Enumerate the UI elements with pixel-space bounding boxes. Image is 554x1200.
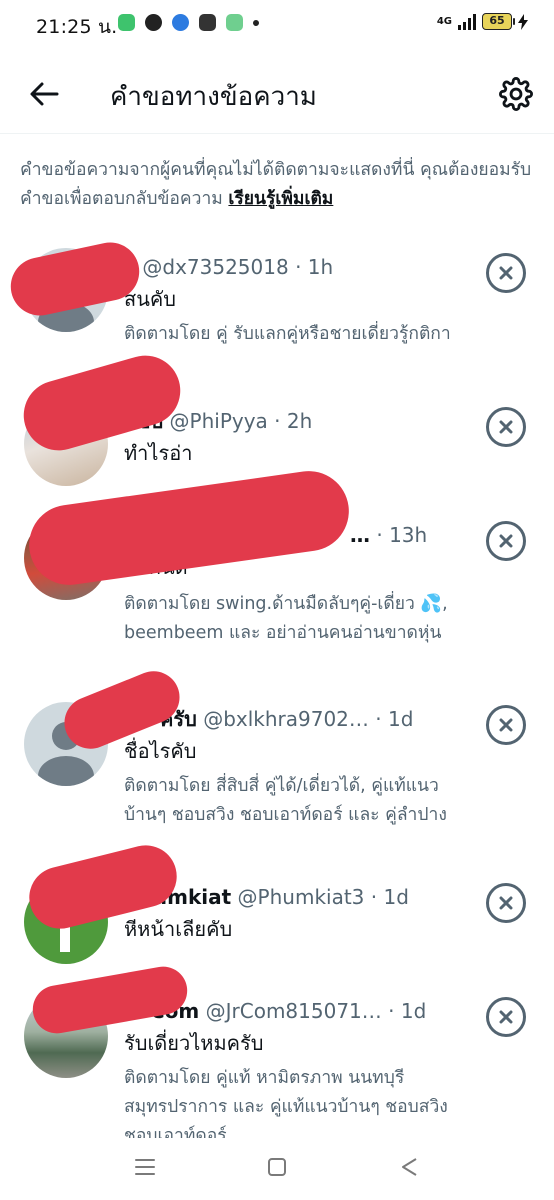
timestamp: · 2h bbox=[274, 409, 313, 433]
message-preview: หีหน้าเลียคับ bbox=[124, 917, 233, 941]
line-app-icon bbox=[118, 14, 135, 31]
message-preview: ทำไรอ่า bbox=[124, 441, 193, 465]
messenger-icon bbox=[145, 14, 162, 31]
status-app-icons bbox=[118, 14, 259, 31]
dismiss-button[interactable] bbox=[486, 883, 526, 923]
handle: @bxlkhra9702… bbox=[203, 707, 369, 731]
signal-icon bbox=[458, 13, 476, 30]
dismiss-button[interactable] bbox=[486, 997, 526, 1037]
menu-lines-icon bbox=[135, 1159, 155, 1175]
intro-text: คำขอข้อความจากผู้คนที่คุณไม่ได้ติดตามจะแ… bbox=[20, 156, 535, 214]
status-bar: 21:25 น. 4G 65 bbox=[0, 0, 554, 50]
charging-icon bbox=[518, 13, 528, 30]
sender-line: อ @dx73525018 · 1h bbox=[124, 254, 333, 280]
back-button[interactable] bbox=[24, 74, 64, 114]
close-icon bbox=[499, 420, 513, 434]
recents-button[interactable] bbox=[130, 1152, 160, 1182]
arrow-left-icon bbox=[30, 82, 59, 106]
network-type: 4G bbox=[436, 15, 452, 27]
close-icon bbox=[499, 718, 513, 732]
close-icon bbox=[499, 1010, 513, 1024]
handle: @Phumkiat3 bbox=[237, 885, 365, 909]
back-nav-button[interactable] bbox=[394, 1152, 424, 1182]
game-app-icon bbox=[199, 14, 216, 31]
settings-button[interactable] bbox=[496, 74, 536, 114]
followed-by: ติดตามโดย swing.ด้านมืดลับๆคู่-เดี่ยว 💦,… bbox=[124, 594, 448, 643]
home-button[interactable] bbox=[262, 1152, 292, 1182]
sender-line: ครับ @bxlkhra9702… · 1d bbox=[160, 706, 413, 732]
handle: @JrCom815071… bbox=[205, 999, 382, 1023]
followed-by: ติดตามโดย คู่ รับแลกคู่หรือชายเดี่ยวรู้ก… bbox=[124, 324, 451, 344]
close-icon bbox=[499, 534, 513, 548]
back-triangle-icon bbox=[402, 1158, 417, 1176]
home-square-icon bbox=[268, 1158, 286, 1176]
dismiss-button[interactable] bbox=[486, 253, 526, 293]
display-name: … bbox=[350, 523, 370, 547]
status-time: 21:25 น. bbox=[36, 16, 118, 38]
more-notifications-dot bbox=[253, 19, 259, 26]
green-app-icon bbox=[226, 14, 243, 31]
learn-more-link[interactable]: เรียนรู้เพิ่มเติม bbox=[228, 189, 333, 209]
timestamp: · 1d bbox=[375, 707, 414, 731]
battery-icon: 65 bbox=[482, 13, 515, 30]
sender-line: Com @JrCom815071… · 1d bbox=[150, 998, 426, 1024]
message-preview: รับเดี่ยวไหมครับ bbox=[124, 1031, 264, 1055]
handle: @PhiPyya bbox=[169, 409, 268, 433]
top-app-bar: คำขอทางข้อความ bbox=[0, 54, 554, 134]
gear-icon bbox=[499, 77, 533, 111]
dismiss-button[interactable] bbox=[486, 521, 526, 561]
timestamp: · 1d bbox=[370, 885, 409, 909]
dismiss-button[interactable] bbox=[486, 407, 526, 447]
close-icon bbox=[499, 266, 513, 280]
blue-app-icon bbox=[172, 14, 189, 31]
timestamp: · 13h bbox=[376, 523, 428, 547]
system-nav-bar bbox=[0, 1138, 554, 1200]
message-preview: ชื่อไรคับ bbox=[124, 739, 197, 763]
followed-by: ติดตามโดย สี่สิบสี่ คู่ได้/เดี่ยวได้, คู… bbox=[124, 776, 447, 825]
status-indicators: 4G 65 bbox=[437, 13, 528, 30]
page-title: คำขอทางข้อความ bbox=[110, 82, 317, 112]
close-icon bbox=[499, 896, 513, 910]
sender-line: … · 13h bbox=[350, 522, 427, 548]
handle: @dx73525018 bbox=[142, 255, 289, 279]
timestamp: · 1h bbox=[295, 255, 334, 279]
timestamp: · 1d bbox=[388, 999, 427, 1023]
dismiss-button[interactable] bbox=[486, 705, 526, 745]
